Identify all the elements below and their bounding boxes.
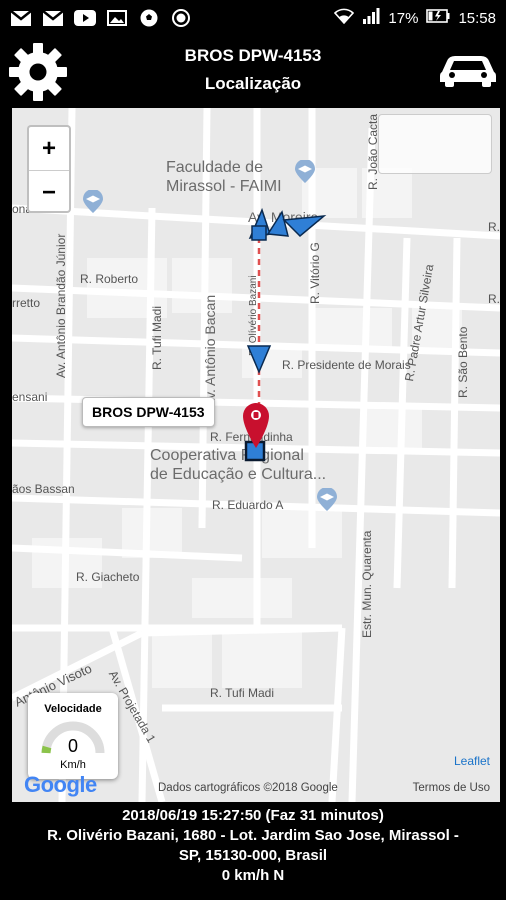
street-label: Av. Antônio Brandão Júnior [54, 233, 68, 378]
speed-widget: Velocidade 0 Km/h [28, 693, 118, 779]
street-label: R. São Bento [456, 326, 470, 398]
zoom-out-button[interactable]: − [29, 171, 69, 214]
location-info: 2018/06/19 15:27:50 (Faz 31 minutos) R. … [0, 806, 506, 886]
street-label: Estr. Mun. Quarenta [360, 530, 374, 638]
street-label: ãos Bassan [12, 482, 75, 496]
route-arrow-icon [246, 344, 272, 379]
speed-direction: 0 km/h N [221, 867, 285, 884]
speed-label: Velocidade [44, 703, 102, 715]
zoom-in-button[interactable]: + [29, 127, 69, 171]
battery-charging-icon [426, 9, 450, 27]
wifi-icon [334, 8, 355, 28]
street-label: R. Vitório G [308, 242, 322, 304]
photos-icon [106, 9, 128, 27]
page-subtitle: Localização [204, 74, 302, 93]
company-logo [378, 114, 492, 174]
speed-unit: Km/h [60, 759, 86, 771]
map-view[interactable]: onarco R. Roberto rretto ensani ãos Bass… [12, 108, 500, 802]
battery-percent: 17% [388, 9, 419, 27]
route-arrow-icon [248, 206, 328, 251]
car-icon[interactable] [438, 50, 498, 90]
address-line-1: R. Olivério Bazani, 1680 - Lot. Jardim S… [47, 827, 459, 844]
street-label: R. Roberto [80, 272, 139, 286]
school-pin-icon [82, 189, 104, 219]
school-pin-icon [294, 159, 316, 189]
vehicle-marker-icon[interactable] [241, 400, 275, 471]
signal-icon [362, 8, 380, 28]
street-label: Av. Antônio Bacan [202, 294, 218, 408]
gmail-icon [42, 9, 64, 27]
terms-link[interactable]: Termos de Uso [413, 782, 490, 794]
street-label: R. Eduardo A [212, 498, 284, 512]
street-label: R. Tufi Madi [210, 686, 275, 700]
map-attribution: Dados cartográficos ©2018 Google [158, 782, 338, 794]
soccer-ball-icon [138, 9, 160, 27]
youtube-icon [74, 9, 96, 27]
clock: 15:58 [458, 9, 496, 27]
marker-tooltip: BROS DPW-4153 [82, 397, 215, 427]
vehicle-title: BROS DPW-4153 [184, 46, 322, 65]
app-header: BROS DPW-4153 Localização [0, 36, 506, 108]
street-label: R. Tufi Madi [150, 305, 164, 370]
street-label: R. [488, 292, 500, 306]
street-label: rretto [12, 296, 41, 310]
street-label: R. [488, 220, 500, 234]
circle-app-icon [170, 9, 192, 27]
speed-value: 0 [67, 736, 78, 756]
school-pin-icon [316, 487, 338, 517]
google-logo: Google [24, 772, 97, 797]
zoom-control: + − [27, 125, 71, 213]
poi-label[interactable]: Cooperativa Regional de Educação e Cultu… [150, 446, 326, 484]
address-line-2: SP, 15130-000, Brasil [178, 847, 328, 864]
gmail-icon [10, 9, 32, 27]
street-label: R. Giacheto [76, 570, 140, 584]
last-update-datetime: 2018/06/19 15:27:50 (Faz 31 minutos) [122, 807, 384, 824]
status-bar: 17% 15:58 [0, 0, 506, 36]
leaflet-link[interactable]: Leaflet [454, 754, 490, 768]
street-label: ensani [12, 390, 48, 404]
poi-label[interactable]: Faculdade de Mirassol - FAIMI [166, 158, 282, 196]
street-label: R. Presidente de Morais [282, 358, 411, 372]
